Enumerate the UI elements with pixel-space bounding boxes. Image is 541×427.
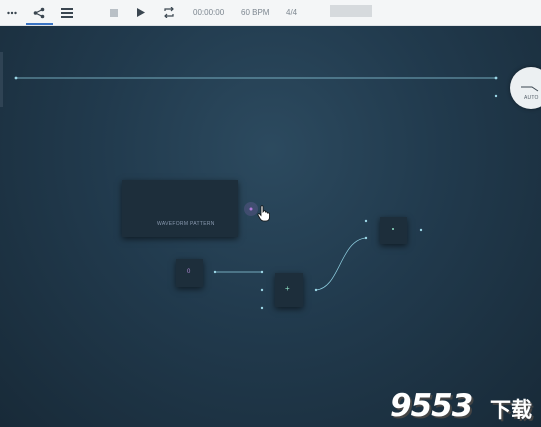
more-options-icon[interactable]	[4, 0, 20, 25]
stop-icon[interactable]	[106, 0, 122, 25]
output-node[interactable]	[380, 217, 407, 244]
mixer-node-plus-icon: +	[285, 284, 290, 293]
waveform-pattern-node[interactable]	[122, 180, 238, 237]
tempo-display[interactable]: 60 BPM	[241, 0, 269, 25]
output-node-indicator-icon	[392, 228, 394, 230]
graph-canvas[interactable]	[0, 25, 541, 427]
list-view-icon[interactable]	[58, 0, 76, 25]
pattern-node-label: WAVEFORM PATTERN	[157, 221, 215, 227]
play-icon[interactable]	[133, 0, 149, 25]
meter-display[interactable]: 4/4	[286, 0, 297, 25]
toolbar: 00:00:00 60 BPM 4/4	[0, 0, 541, 26]
time-display: 00:00:00	[193, 8, 225, 17]
watermark-number: 9553	[390, 388, 473, 424]
loop-icon[interactable]	[160, 0, 178, 25]
watermark-suffix: 下载	[490, 398, 532, 422]
value-node-value: 0	[187, 269, 191, 275]
share-graph-icon[interactable]	[30, 0, 48, 25]
left-edge-panel[interactable]	[0, 52, 3, 107]
automation-curve-icon	[521, 86, 539, 92]
hand-cursor-icon	[257, 205, 270, 222]
automation-knob-label: AUTO	[524, 95, 539, 101]
status-placeholder	[330, 5, 372, 17]
